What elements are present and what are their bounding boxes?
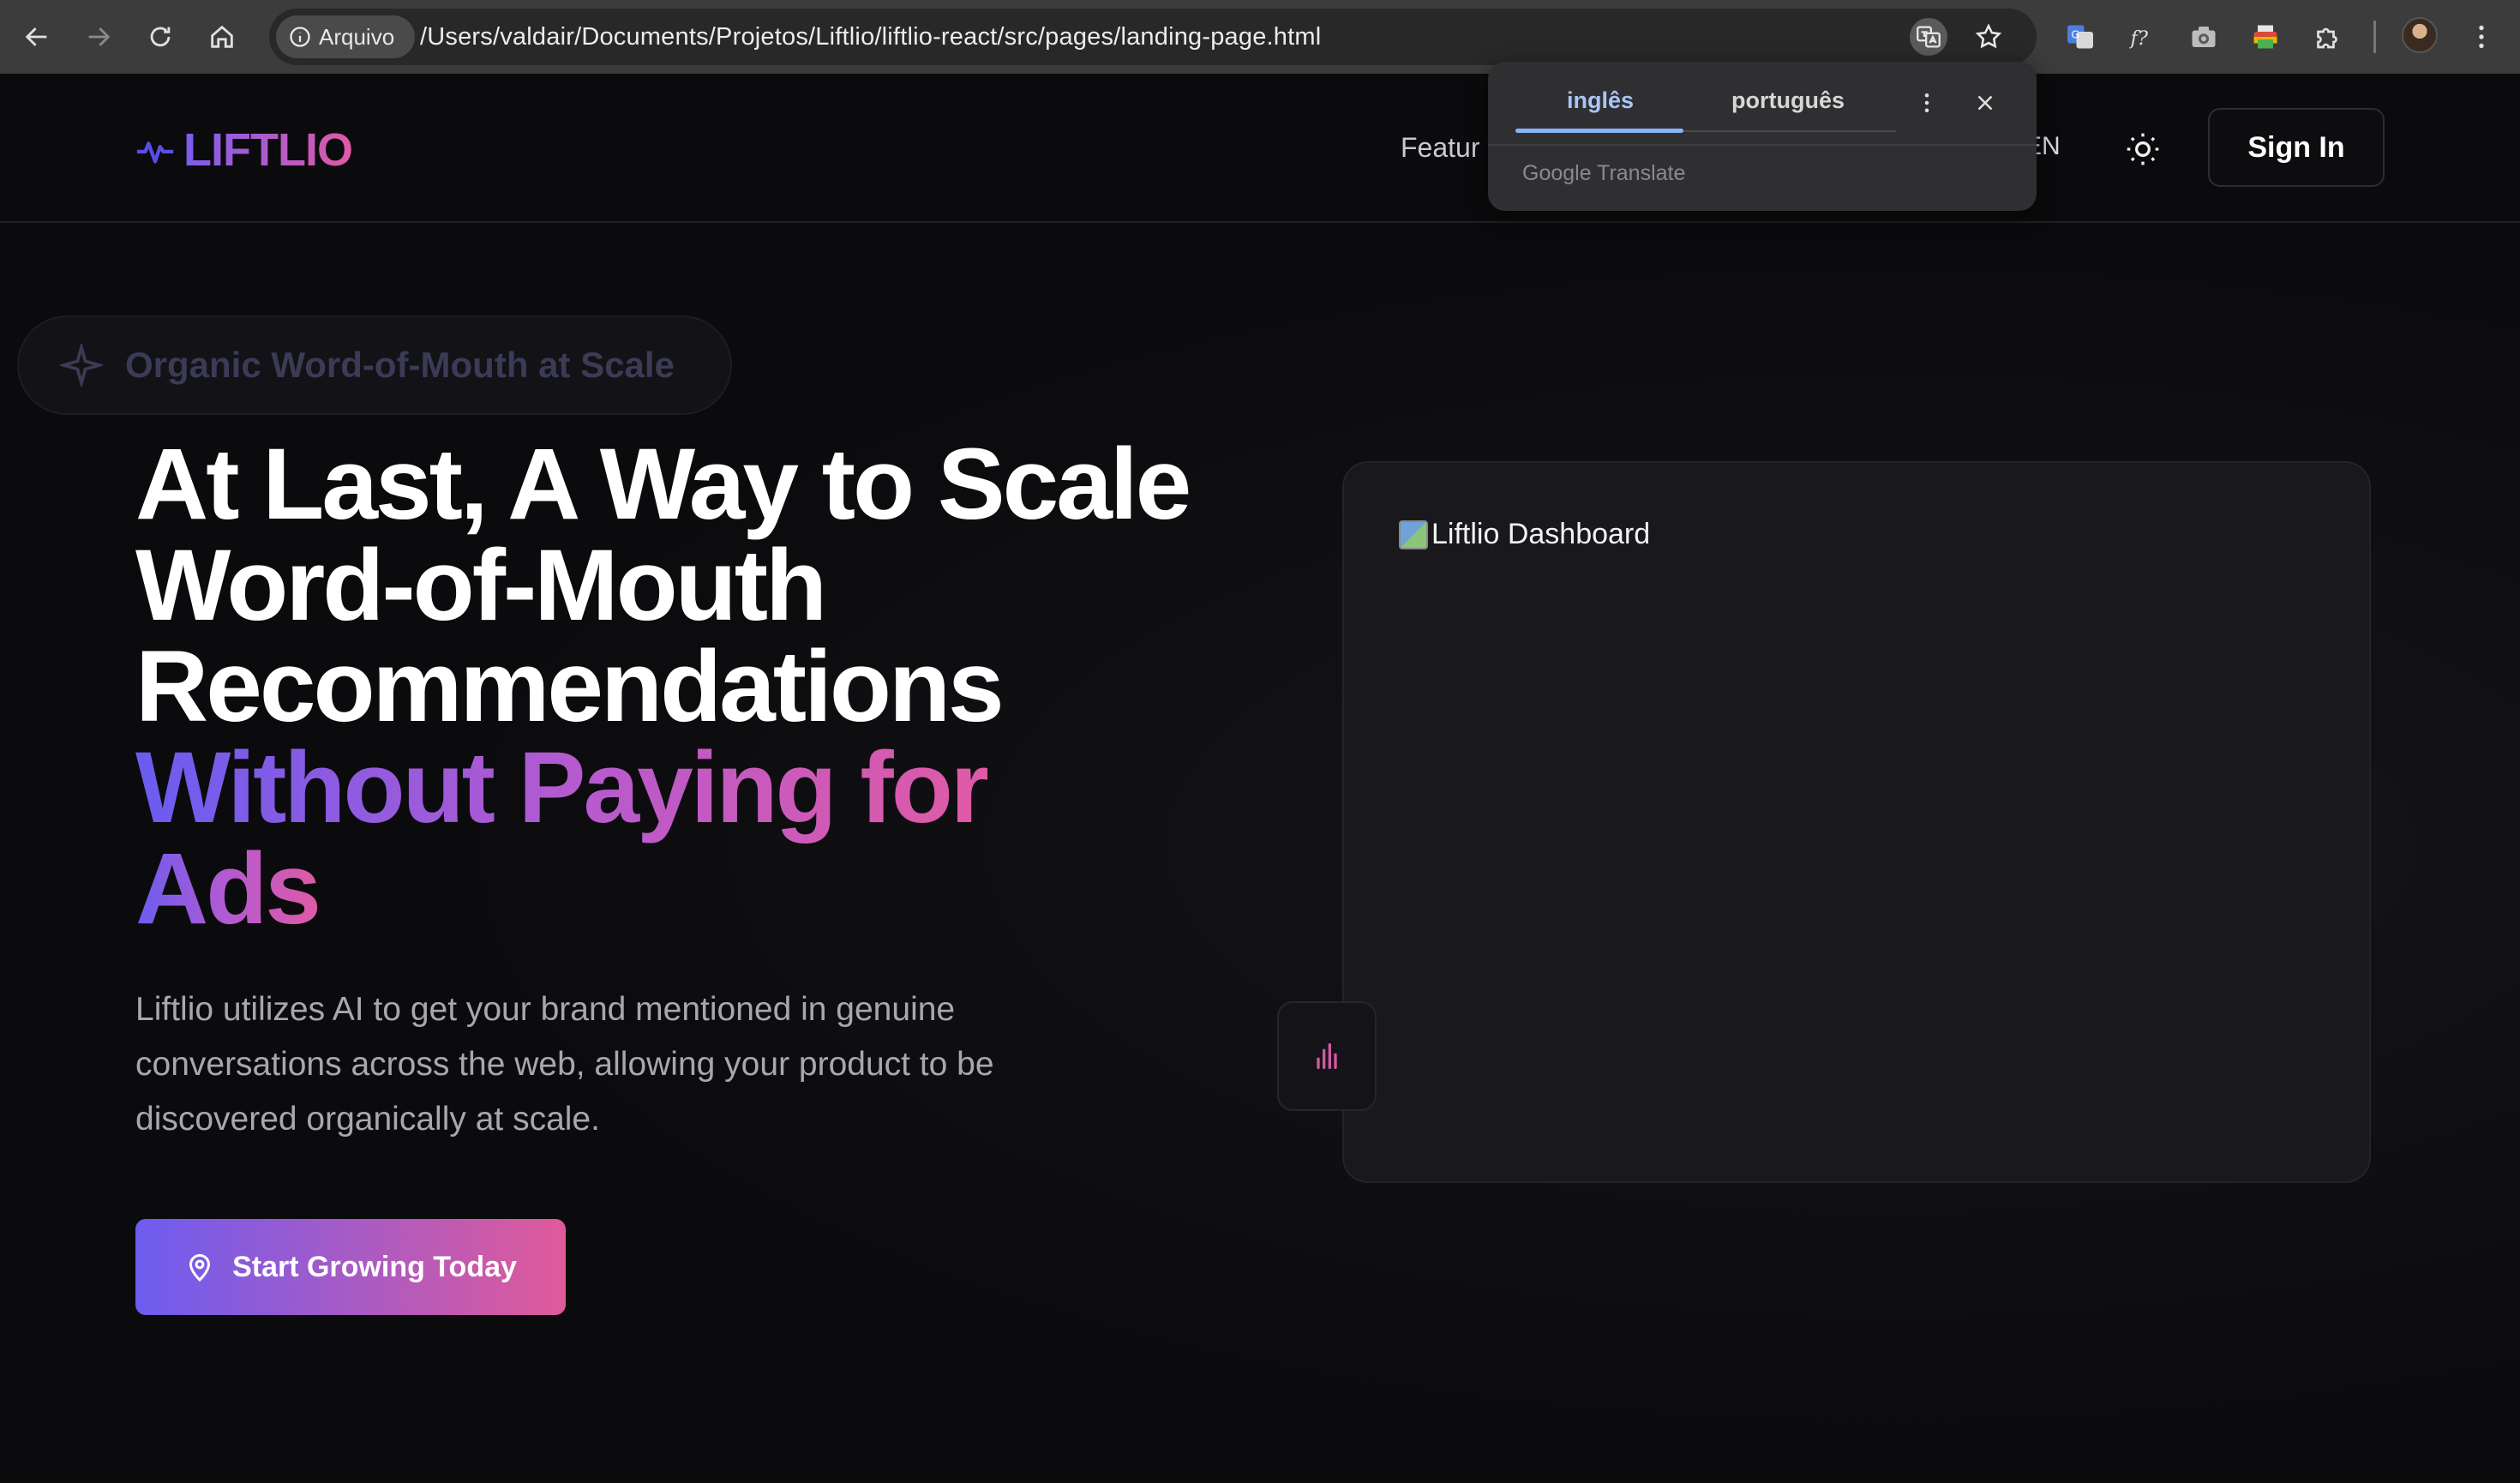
analytics-float-button[interactable] bbox=[1277, 1001, 1377, 1111]
browser-toolbar: Arquivo /Users/valdair/Documents/Projeto… bbox=[0, 0, 2520, 74]
forward-arrow-icon[interactable] bbox=[75, 14, 122, 60]
printer-extension-icon[interactable] bbox=[2246, 17, 2285, 57]
function-extension-icon[interactable]: f? bbox=[2122, 17, 2162, 57]
cta-label: Start Growing Today bbox=[232, 1250, 517, 1283]
headline-highlight: Ads bbox=[135, 832, 321, 946]
headline-highlight: Without Paying for bbox=[135, 731, 990, 844]
translate-more-icon[interactable] bbox=[1911, 86, 1942, 120]
dashboard-alt-text: Liftlio Dashboard bbox=[1431, 518, 1651, 550]
tab-target-language[interactable]: português bbox=[1731, 87, 1845, 114]
site-chip-label: Arquivo bbox=[319, 23, 395, 50]
sun-icon bbox=[2127, 133, 2159, 165]
tab-source-language[interactable]: inglês bbox=[1567, 87, 1634, 114]
info-icon bbox=[290, 27, 310, 47]
camera-extension-icon[interactable] bbox=[2184, 17, 2223, 57]
google-translate-extension-icon[interactable]: G bbox=[2061, 17, 2100, 57]
dashboard-preview-card bbox=[1342, 461, 2371, 1183]
site-info-chip[interactable]: Arquivo bbox=[276, 15, 415, 58]
nav-link-features[interactable]: Featur bbox=[1401, 132, 1479, 164]
hero-badge-label: Organic Word-of-Mouth at Scale bbox=[125, 345, 675, 385]
hero-badge: Organic Word-of-Mouth at Scale bbox=[17, 315, 732, 415]
sparkle-icon bbox=[60, 344, 103, 387]
profile-avatar[interactable] bbox=[2402, 17, 2438, 53]
url-text[interactable]: /Users/valdair/Documents/Projetos/Liftli… bbox=[420, 9, 1321, 65]
translate-footer: Google Translate bbox=[1522, 161, 1686, 185]
headline-line: Word-of-Mouth bbox=[135, 529, 827, 642]
star-icon[interactable] bbox=[1970, 18, 2007, 56]
headline-line: Recommendations bbox=[135, 630, 1005, 743]
svg-text:f?: f? bbox=[2129, 27, 2149, 50]
landing-page: LIFTLIO Featur EN Sign In Organic Word-o… bbox=[0, 74, 2520, 1483]
toolbar-separator bbox=[2373, 21, 2376, 53]
translate-popup: inglês português Google Translate bbox=[1488, 62, 2037, 211]
sign-in-button[interactable]: Sign In bbox=[2208, 108, 2385, 187]
site-header: LIFTLIO Featur EN Sign In bbox=[0, 74, 2520, 223]
reload-icon[interactable] bbox=[137, 14, 183, 60]
kebab-menu-icon[interactable] bbox=[2462, 17, 2501, 57]
home-icon[interactable] bbox=[199, 14, 245, 60]
popup-divider bbox=[1488, 144, 2037, 146]
translate-icon[interactable] bbox=[1910, 18, 1947, 56]
pulse-icon bbox=[136, 141, 174, 164]
svg-text:G: G bbox=[2072, 29, 2079, 41]
broken-image-icon bbox=[1399, 519, 1428, 549]
dashboard-image-broken: Liftlio Dashboard bbox=[1399, 518, 1650, 551]
theme-toggle-button[interactable] bbox=[2121, 127, 2165, 171]
bar-chart-icon bbox=[1317, 1043, 1337, 1069]
logo[interactable]: LIFTLIO bbox=[135, 123, 353, 177]
headline-line: At Last, A Way to Scale bbox=[135, 428, 1191, 541]
hero-subtext: Liftlio utilizes AI to get your brand me… bbox=[135, 991, 994, 1138]
location-pin-icon bbox=[189, 1254, 211, 1282]
extensions-puzzle-icon[interactable] bbox=[2307, 17, 2347, 57]
close-icon[interactable] bbox=[1970, 87, 2001, 118]
tab-divider-line bbox=[1683, 130, 1896, 132]
hero-headline: At Last, A Way to Scale Word-of-Mouth Re… bbox=[135, 434, 1250, 940]
logo-text: LIFTLIO bbox=[183, 124, 353, 176]
address-bar[interactable]: Arquivo /Users/valdair/Documents/Projeto… bbox=[269, 9, 2037, 65]
active-tab-indicator bbox=[1515, 129, 1683, 133]
start-growing-button[interactable]: Start Growing Today bbox=[135, 1219, 566, 1315]
back-arrow-icon[interactable] bbox=[14, 14, 60, 60]
